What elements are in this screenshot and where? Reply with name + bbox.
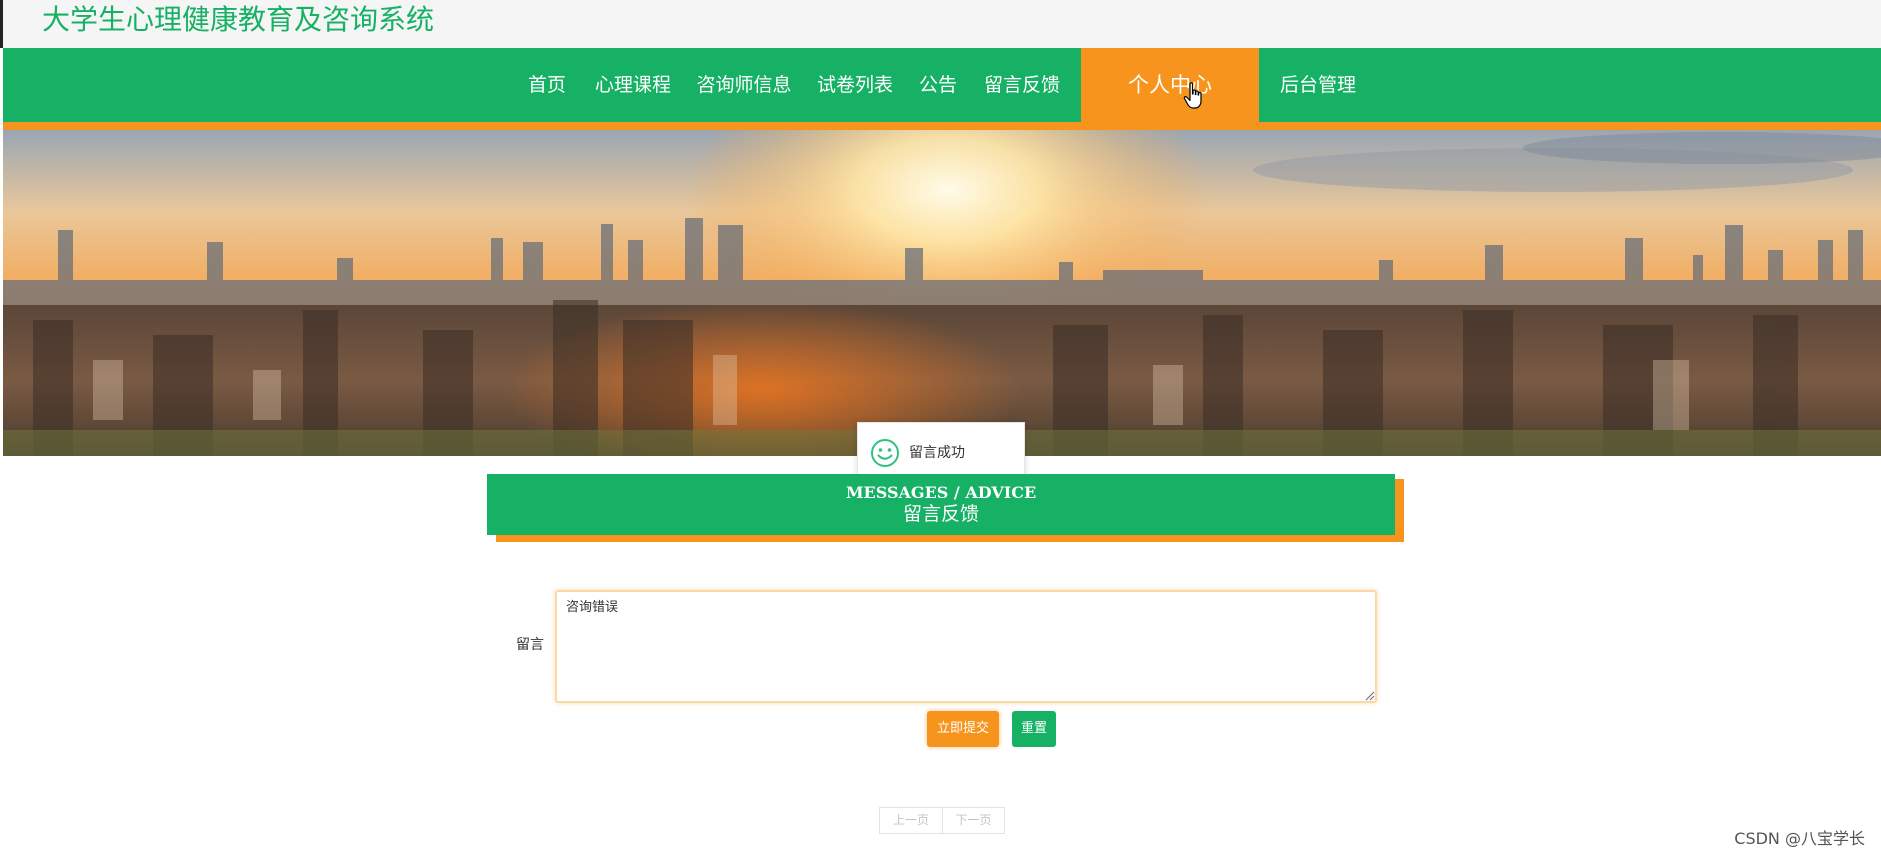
reset-button[interactable]: 重置 — [1012, 711, 1056, 747]
nav-item-feedback[interactable]: 留言反馈 — [981, 48, 1063, 122]
hero-banner — [3, 130, 1881, 456]
toast-message: 留言成功 — [909, 445, 965, 461]
resize-grip-icon[interactable] — [1363, 689, 1375, 701]
site-title: 大学生心理健康教育及咨询系统 — [42, 3, 435, 36]
nav-item-exams[interactable]: 试卷列表 — [815, 48, 895, 122]
prev-page-button[interactable]: 上一页 — [880, 808, 942, 833]
section-title-en: MESSAGES / ADVICE — [845, 483, 1037, 502]
hand-cursor-icon — [1183, 82, 1202, 109]
nav-item-home[interactable]: 首页 — [523, 48, 571, 122]
message-label: 留言 — [516, 637, 544, 653]
nav-item-admin[interactable]: 后台管理 — [1275, 48, 1361, 122]
page: 大学生心理健康教育及咨询系统 首页 心理课程 咨询师信息 试卷列表 公告 留言反… — [0, 0, 1881, 859]
city-sunset-image — [3, 130, 1881, 456]
nav-item-courses[interactable]: 心理课程 — [593, 48, 673, 122]
watermark: CSDN @八宝学长 — [1734, 829, 1865, 848]
next-page-button[interactable]: 下一页 — [942, 808, 1004, 833]
pagination: 上一页 下一页 — [879, 807, 1005, 834]
success-toast: 留言成功 — [857, 422, 1025, 482]
message-textarea[interactable]: 咨询错误 — [555, 590, 1377, 703]
nav-item-announcements[interactable]: 公告 — [917, 48, 959, 122]
top-header: 大学生心理健康教育及咨询系统 — [0, 0, 1881, 48]
nav-item-personal-center[interactable]: 个人中心 — [1081, 48, 1259, 122]
smile-icon — [871, 439, 899, 467]
submit-button[interactable]: 立即提交 — [927, 711, 999, 747]
nav-accent-stripe — [3, 122, 1881, 130]
nav-item-counselors[interactable]: 咨询师信息 — [695, 48, 793, 122]
section-header: MESSAGES / ADVICE 留言反馈 — [487, 474, 1395, 535]
section-title-zh: 留言反馈 — [902, 503, 979, 525]
